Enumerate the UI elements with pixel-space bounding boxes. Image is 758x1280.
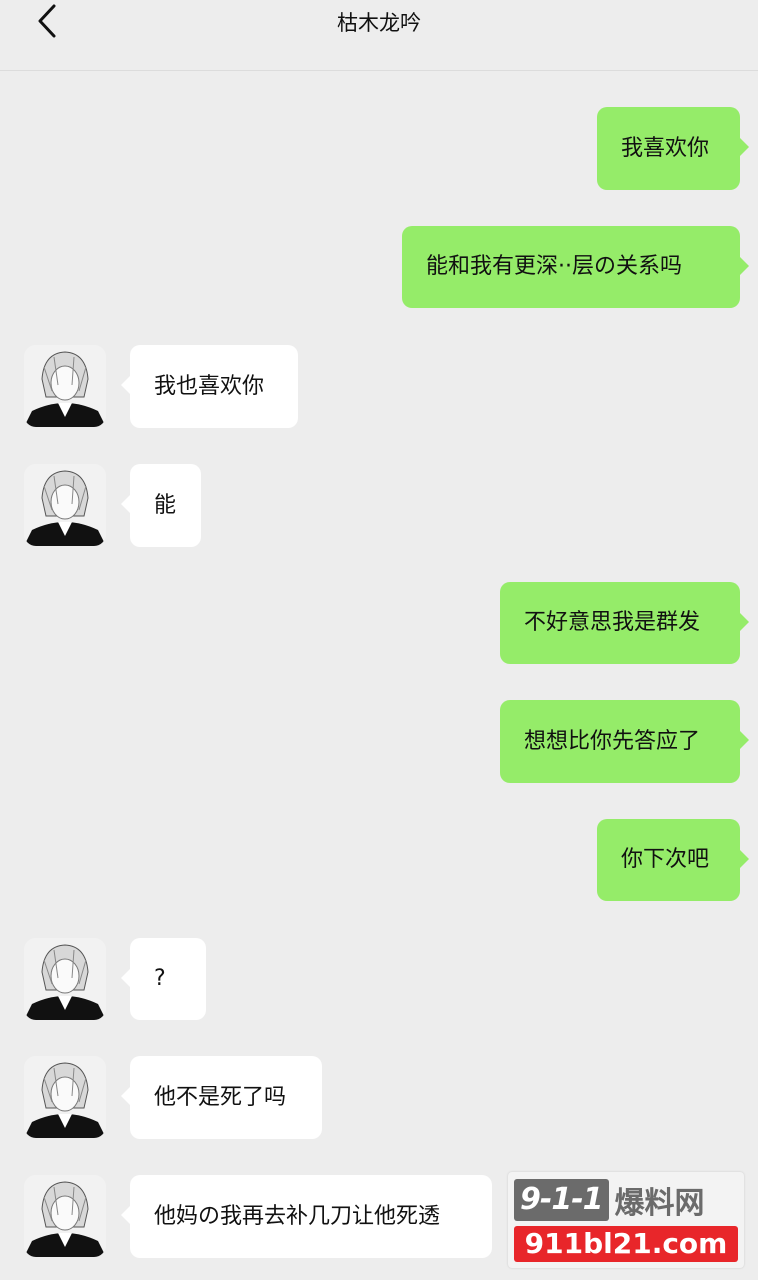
message-text: 我喜欢你: [621, 135, 710, 161]
message-bubble-received[interactable]: ?: [121, 938, 206, 1020]
message-text: 想想比你先答应了: [524, 728, 701, 754]
message-bubble-received[interactable]: 能: [121, 464, 201, 547]
message-bubble-sent[interactable]: 能和我有更深··层の关系吗: [402, 226, 749, 308]
watermark-site-name: 爆料网: [614, 1186, 705, 1221]
message-text: 能和我有更深··层の关系吗: [426, 254, 682, 279]
avatar[interactable]: [24, 345, 106, 427]
chat-title: 枯木龙吟: [337, 11, 421, 35]
chat-header: 枯木龙吟: [0, 0, 758, 71]
watermark-logo: 9-1-1: [514, 1179, 609, 1221]
avatar[interactable]: [24, 1175, 106, 1257]
site-watermark: 9-1-1 爆料网 911bl21.com: [508, 1172, 744, 1268]
message-bubble-sent[interactable]: 想想比你先答应了: [500, 700, 749, 783]
watermark-header: 9-1-1 爆料网: [514, 1178, 738, 1222]
message-bubble-received[interactable]: 他不是死了吗: [121, 1056, 322, 1139]
avatar[interactable]: [24, 1056, 106, 1138]
avatar[interactable]: [24, 938, 106, 1020]
message-text: ?: [154, 966, 166, 991]
message-text: 你下次吧: [621, 847, 710, 872]
message-text: 我也喜欢你: [154, 373, 265, 399]
message-bubble-received[interactable]: 他妈の我再去补几刀让他死透: [121, 1175, 492, 1258]
message-bubble-sent[interactable]: 不好意思我是群发: [500, 582, 749, 664]
message-text: 他妈の我再去补几刀让他死透: [154, 1203, 441, 1229]
avatar[interactable]: [24, 464, 106, 546]
message-bubble-sent[interactable]: 我喜欢你: [597, 107, 749, 190]
message-bubble-sent[interactable]: 你下次吧: [597, 819, 749, 901]
message-bubble-received[interactable]: 我也喜欢你: [121, 345, 298, 428]
message-text: 他不是死了吗: [154, 1084, 287, 1110]
message-text: 能: [154, 492, 177, 518]
message-text: 不好意思我是群发: [524, 610, 701, 635]
watermark-domain: 911bl21.com: [514, 1226, 738, 1262]
